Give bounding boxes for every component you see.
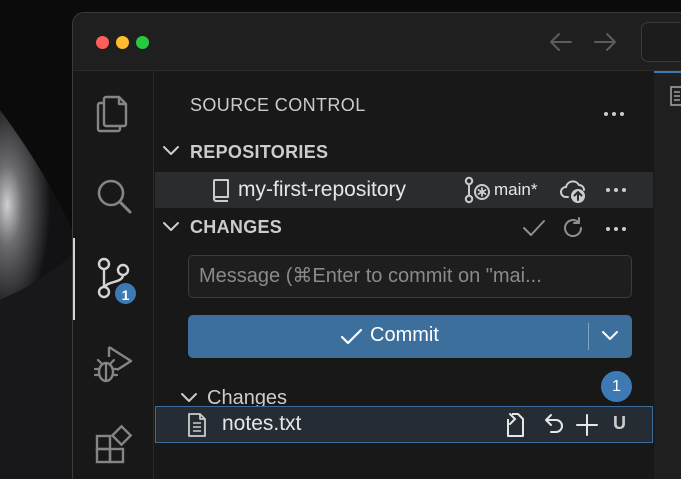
forward-arrow-icon[interactable] bbox=[589, 27, 621, 57]
changes-count-badge: 1 bbox=[601, 371, 632, 402]
chevron-down-icon[interactable] bbox=[179, 388, 199, 408]
more-actions-icon[interactable] bbox=[602, 104, 626, 124]
changes-header[interactable]: CHANGES bbox=[190, 217, 282, 238]
repository-name: my-first-repository bbox=[238, 178, 407, 201]
discard-changes-icon[interactable] bbox=[540, 412, 566, 438]
check-icon[interactable] bbox=[521, 217, 547, 239]
chevron-down-icon[interactable] bbox=[161, 141, 181, 161]
commit-button[interactable]: Commit bbox=[188, 315, 632, 358]
close-window-button[interactable] bbox=[96, 36, 109, 49]
file-name: notes.txt bbox=[222, 412, 302, 435]
chevron-down-icon[interactable] bbox=[161, 217, 181, 237]
commit-divider bbox=[588, 323, 589, 350]
source-control-sidebar: SOURCE CONTROL REPOSITORIES my-first-rep… bbox=[155, 71, 653, 479]
repo-more-actions-icon[interactable] bbox=[604, 180, 628, 200]
refresh-icon[interactable] bbox=[561, 216, 585, 240]
changes-more-actions-icon[interactable] bbox=[604, 219, 628, 239]
branch-name[interactable]: main* bbox=[494, 180, 537, 200]
repo-icon bbox=[211, 178, 231, 202]
repositories-header[interactable]: REPOSITORIES bbox=[190, 142, 328, 163]
title-bar bbox=[73, 13, 681, 71]
vscode-window: 1 SOURCE CONTROL REPOSITORIES my-first-r… bbox=[72, 12, 681, 479]
commit-label: Commit bbox=[370, 324, 439, 346]
minimize-window-button[interactable] bbox=[116, 36, 129, 49]
back-arrow-icon[interactable] bbox=[545, 27, 577, 57]
editor-tab-file-icon[interactable] bbox=[670, 85, 681, 107]
editor-area bbox=[654, 71, 681, 479]
stage-changes-plus-icon[interactable] bbox=[574, 412, 600, 438]
maximize-window-button[interactable] bbox=[136, 36, 149, 49]
commit-message-input[interactable] bbox=[188, 255, 632, 298]
commit-check-icon bbox=[340, 327, 364, 347]
source-control-badge: 1 bbox=[113, 281, 138, 306]
files-icon[interactable] bbox=[91, 89, 137, 135]
commit-dropdown-chevron-icon[interactable] bbox=[600, 326, 620, 346]
activity-bar: 1 bbox=[73, 71, 154, 479]
file-change-row[interactable]: notes.txt U bbox=[155, 406, 653, 443]
extensions-icon[interactable] bbox=[91, 422, 137, 468]
search-icon[interactable] bbox=[91, 174, 137, 220]
run-debug-icon[interactable] bbox=[91, 341, 137, 387]
file-status-untracked: U bbox=[613, 413, 626, 433]
active-tab-indicator bbox=[654, 71, 681, 73]
command-center[interactable] bbox=[641, 22, 681, 62]
branch-icon[interactable] bbox=[463, 176, 491, 204]
repository-row[interactable]: my-first-repository main* bbox=[155, 172, 653, 208]
open-file-icon[interactable] bbox=[502, 411, 528, 439]
active-view-indicator bbox=[73, 238, 75, 320]
text-file-icon bbox=[186, 412, 208, 438]
sidebar-title: SOURCE CONTROL bbox=[190, 95, 366, 115]
publish-cloud-icon[interactable] bbox=[560, 178, 590, 204]
